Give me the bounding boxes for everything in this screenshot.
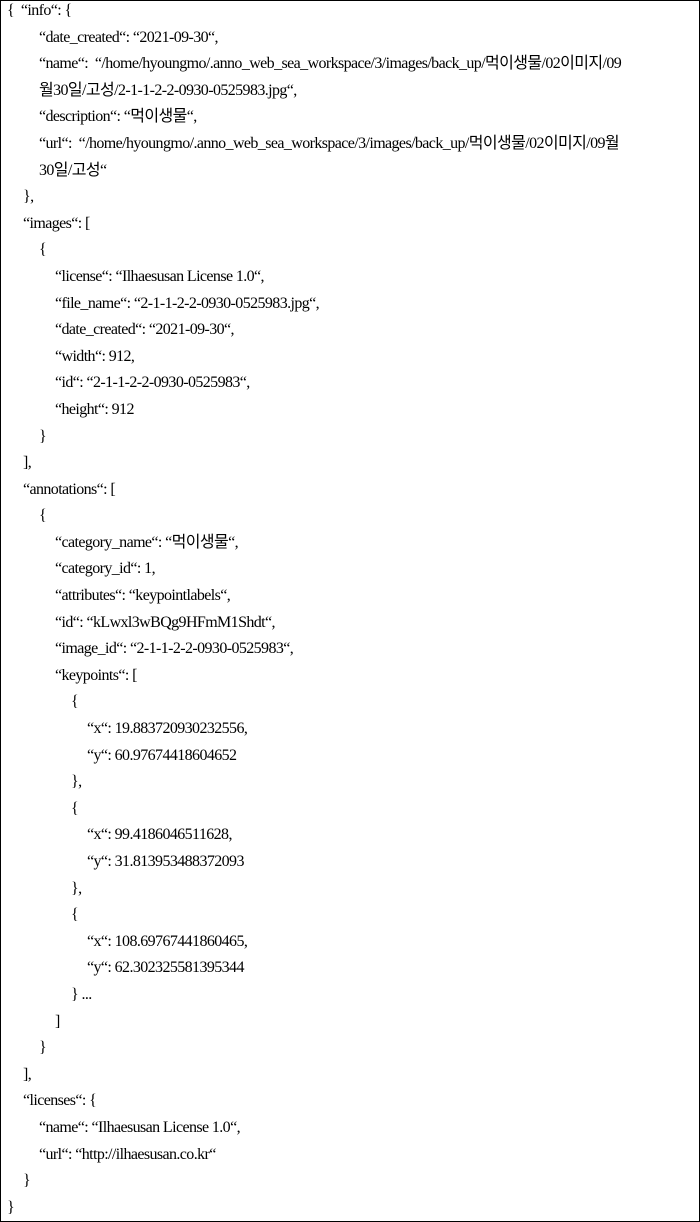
code-line: { [71,799,79,817]
code-line: { [39,241,47,259]
code-line: } [7,1198,15,1216]
code-line: “name“: “/home/hyoungmo/.anno_web_sea_wo… [39,55,622,73]
code-line: { [71,693,79,711]
code-line: 월30일/고성/2-1-1-2-2-0930-0525983.jpg“, [39,81,297,99]
code-line: “description“: “먹이생물“, [39,108,197,126]
code-line: “date_created“: “2021-09-30“, [39,28,219,46]
code-line: } ... [71,985,92,1003]
code-line: 30일/고성“ [39,161,107,179]
code-line: } [23,1172,31,1190]
code-line: “category_id“: 1, [55,560,156,578]
code-line: “date_created“: “2021-09-30“, [55,321,235,339]
code-line: “category_name“: “먹이생물“, [55,533,239,551]
code-line: “id“: “kLwxl3wBQg9HFmM1Shdt“, [55,613,276,631]
code-line: }, [23,188,34,206]
code-line: “x“: 108.69767441860465, [87,932,248,950]
code-line: “annotations“: [ [23,480,116,498]
code-line: “license“: “Ilhaesusan License 1.0“, [55,267,265,285]
code-line: “y“: 62.302325581395344 [87,959,244,977]
code-line: }, [71,773,82,791]
code-line: “keypoints“: [ [55,666,137,684]
code-line: “url“: “http://ilhaesusan.co.kr“ [39,1145,216,1163]
code-line: ] [55,1012,60,1030]
code-line: “height“: 912 [55,400,134,418]
code-line: “url“: “/home/hyoungmo/.anno_web_sea_wor… [39,134,620,152]
code-line: “x“: 99.4186046511628, [87,826,232,844]
code-line: “x“: 19.883720930232556, [87,720,248,738]
code-line: }, [71,879,82,897]
code-line: “attributes“: “keypointlabels“, [55,587,231,605]
json-code-block: { “info“: { “date_created“: “2021-09-30“,… [7,0,695,1221]
code-line: ], [23,454,32,472]
code-line: } [39,427,47,445]
code-line: “name“: “Ilhaesusan License 1.0“, [39,1118,241,1136]
code-line: “images“: [ [23,214,90,232]
code-line: “id“: “2-1-1-2-2-0930-0525983“, [55,374,250,392]
code-line: { “info“: { [7,2,72,19]
code-line: ], [23,1065,32,1083]
code-line: { [39,507,47,525]
code-line: { [71,906,79,924]
json-listing-frame: { “info“: { “date_created“: “2021-09-30“,… [0,0,700,1222]
code-line: “y“: 60.97674418604652 [87,746,237,764]
code-line: “image_id“: “2-1-1-2-2-0930-0525983“, [55,640,294,658]
code-line: } [39,1039,47,1057]
code-line: “licenses“: { [23,1092,97,1110]
code-line: “width“: 912, [55,347,135,365]
code-line: “file_name“: “2-1-1-2-2-0930-0525983.jpg… [55,294,320,312]
code-line: “y“: 31.813953488372093 [87,853,244,870]
